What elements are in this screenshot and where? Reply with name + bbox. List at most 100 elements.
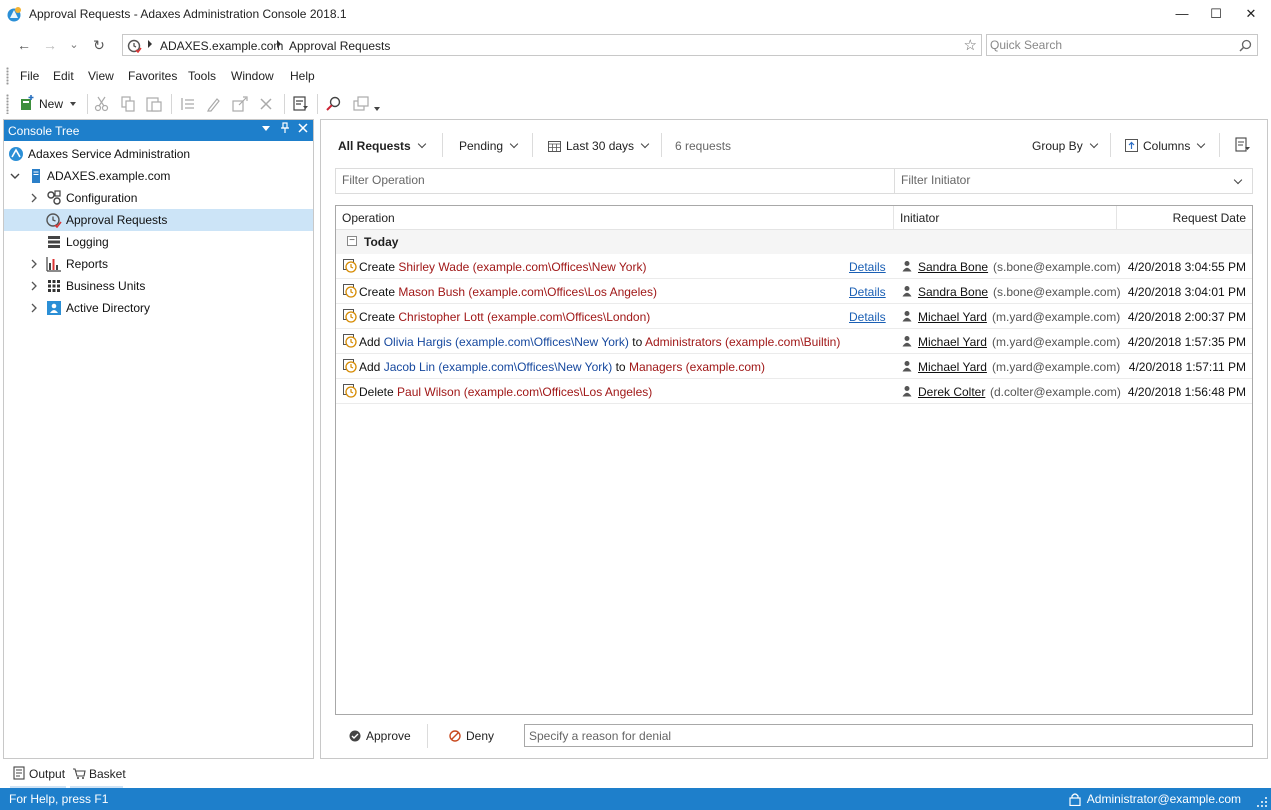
tree-item-business-units[interactable]: Business Units (4, 275, 313, 297)
expand-chevron-icon[interactable] (29, 193, 39, 203)
table-row[interactable]: Create Christopher Lott (example.com\Off… (336, 304, 1252, 329)
operation-group[interactable]: Administrators (example.com\Builtin) (645, 335, 840, 349)
panel-menu-dropdown-icon[interactable] (258, 122, 274, 138)
operation-target[interactable]: Shirley Wade (example.com\Offices\New Yo… (398, 260, 646, 274)
operation-target[interactable]: Jacob Lin (example.com\Offices\New York) (384, 360, 613, 374)
expand-chevron-icon[interactable] (29, 259, 39, 269)
tree-item-service-administration[interactable]: Adaxes Service Administration (4, 143, 313, 165)
filter-initiator-dropdown-icon[interactable] (1233, 175, 1243, 185)
initiator-name-link[interactable]: Michael Yard (918, 360, 987, 374)
find-icon[interactable] (325, 95, 343, 113)
operation-target[interactable]: Olivia Hargis (example.com\Offices\New Y… (384, 335, 629, 349)
history-dropdown-button[interactable]: ⌄ (63, 34, 85, 56)
properties-icon[interactable] (179, 95, 197, 113)
filter-operation-input[interactable] (342, 173, 882, 187)
scope-dropdown[interactable]: All Requests (338, 139, 426, 153)
initiator-name-link[interactable]: Sandra Bone (918, 285, 988, 299)
menu-window[interactable]: Window (231, 69, 274, 83)
columns-dropdown[interactable]: Columns (1125, 139, 1206, 153)
column-header-request-date[interactable]: Request Date (1173, 211, 1246, 225)
new-button[interactable]: New (18, 94, 80, 114)
refresh-button[interactable]: ↻ (88, 34, 110, 56)
details-link[interactable]: Details (849, 310, 886, 324)
operation-group[interactable]: Managers (example.com) (629, 360, 765, 374)
tree-item-active-directory[interactable]: Active Directory (4, 297, 313, 319)
basket-tab[interactable]: Basket (72, 764, 132, 788)
initiator-name-link[interactable]: Derek Colter (918, 385, 985, 399)
close-window-button[interactable]: ✕ (1236, 3, 1266, 25)
column-separator[interactable] (1116, 206, 1117, 230)
forward-button[interactable]: → (39, 34, 61, 56)
toolbar-grip[interactable] (6, 94, 9, 114)
initiator-name-link[interactable]: Michael Yard (918, 310, 987, 324)
quick-search-input[interactable] (990, 38, 1230, 52)
tree-item-domain[interactable]: ADAXES.example.com (4, 165, 313, 187)
expand-chevron-icon[interactable] (29, 303, 39, 313)
table-row[interactable]: Add Jacob Lin (example.com\Offices\New Y… (336, 354, 1252, 379)
paste-icon[interactable] (145, 95, 163, 113)
table-row[interactable]: Delete Paul Wilson (example.com\Offices\… (336, 379, 1252, 404)
denial-reason-input[interactable] (529, 729, 1229, 743)
group-by-dropdown[interactable]: Group By (1032, 139, 1098, 153)
copy-icon[interactable] (119, 95, 137, 113)
initiator-name-link[interactable]: Michael Yard (918, 335, 987, 349)
delete-icon[interactable] (257, 95, 275, 113)
maximize-button[interactable]: ☐ (1201, 3, 1231, 25)
approve-button[interactable]: Approve (349, 729, 411, 743)
table-row[interactable]: Create Shirley Wade (example.com\Offices… (336, 254, 1252, 279)
view-options-icon[interactable] (1235, 137, 1251, 153)
cut-icon[interactable] (93, 95, 111, 113)
menu-favorites[interactable]: Favorites (128, 69, 177, 83)
quick-search-box[interactable] (986, 34, 1258, 56)
tree-item-configuration[interactable]: Configuration (4, 187, 313, 209)
column-header-initiator[interactable]: Initiator (900, 211, 939, 225)
operation-target[interactable]: Paul Wilson (example.com\Offices\Los Ang… (397, 385, 652, 399)
resize-grip-icon[interactable] (1256, 796, 1268, 808)
status-dropdown[interactable]: Pending (459, 139, 519, 153)
period-label: Last 30 days (566, 139, 635, 153)
tree-item-logging[interactable]: Logging (4, 231, 313, 253)
tree-item-approval-requests[interactable]: Approval Requests (4, 209, 313, 231)
menu-file[interactable]: File (20, 69, 39, 83)
pin-icon[interactable] (277, 122, 293, 138)
menu-edit[interactable]: Edit (53, 69, 74, 83)
minimize-button[interactable]: — (1167, 3, 1197, 25)
menubar-grip[interactable] (6, 67, 9, 85)
favorite-star-icon[interactable]: ☆ (964, 36, 977, 54)
denial-reason-box[interactable] (524, 724, 1253, 747)
output-tab[interactable]: Output (12, 764, 68, 788)
back-button[interactable]: ← (13, 34, 35, 56)
details-link[interactable]: Details (849, 260, 886, 274)
expand-chevron-icon[interactable] (29, 281, 39, 291)
table-row[interactable]: Create Mason Bush (example.com\Offices\L… (336, 279, 1252, 304)
menu-tools[interactable]: Tools (188, 69, 216, 83)
group-collapse-icon[interactable]: − (347, 236, 357, 246)
breadcrumb-approval-requests[interactable]: Approval Requests (289, 39, 390, 53)
new-dropdown-arrow-icon[interactable] (70, 102, 76, 106)
new-window-icon[interactable] (352, 95, 370, 113)
initiator-name-link[interactable]: Sandra Bone (918, 260, 988, 274)
column-separator[interactable] (893, 206, 894, 230)
breadcrumb-domain[interactable]: ADAXES.example.com (160, 39, 283, 53)
period-dropdown[interactable]: Last 30 days (548, 139, 650, 153)
column-header-operation[interactable]: Operation (342, 211, 395, 225)
edit-properties-icon[interactable] (231, 95, 249, 113)
details-link[interactable]: Details (849, 285, 886, 299)
edit-icon[interactable] (205, 95, 223, 113)
search-icon[interactable] (1239, 39, 1252, 52)
breadcrumb-separator-icon (148, 40, 152, 48)
collapse-chevron-icon[interactable] (10, 171, 20, 181)
group-header-today[interactable]: − Today (336, 230, 1252, 254)
table-row[interactable]: Add Olivia Hargis (example.com\Offices\N… (336, 329, 1252, 354)
address-bar[interactable]: ADAXES.example.com Approval Requests ☆ (122, 34, 982, 56)
close-panel-icon[interactable] (295, 122, 311, 138)
filter-initiator-input[interactable] (901, 173, 1221, 187)
menu-view[interactable]: View (88, 69, 114, 83)
filter-options-icon[interactable] (292, 95, 310, 113)
menu-help[interactable]: Help (290, 69, 315, 83)
tree-item-reports[interactable]: Reports (4, 253, 313, 275)
operation-target[interactable]: Mason Bush (example.com\Offices\Los Ange… (398, 285, 657, 299)
operation-target[interactable]: Christopher Lott (example.com\Offices\Lo… (398, 310, 650, 324)
deny-button[interactable]: Deny (449, 729, 494, 743)
toolbar-overflow-arrow-icon[interactable] (374, 107, 380, 111)
